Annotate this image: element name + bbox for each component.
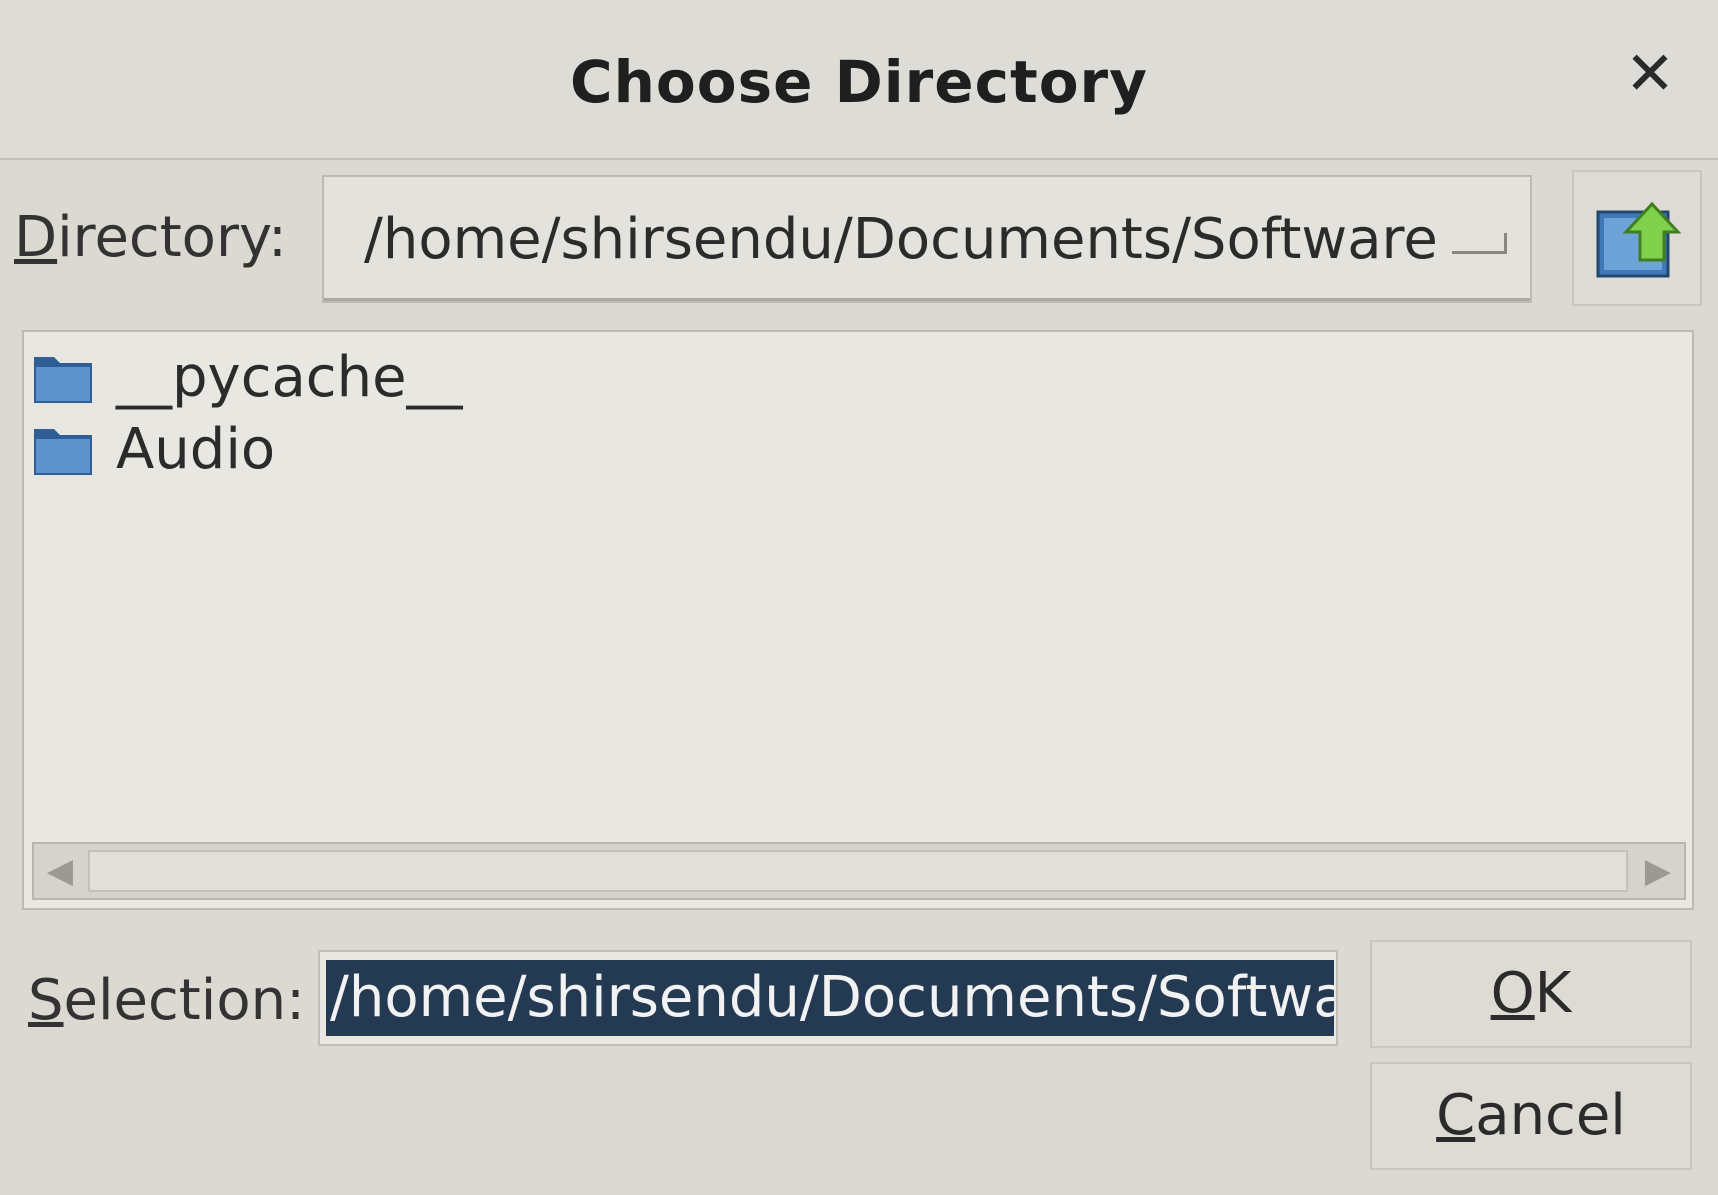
selection-value: /home/shirsendu/Documents/Software [326,960,1334,1036]
cancel-button[interactable]: Cancel [1370,1062,1692,1170]
ok-label: K [1534,961,1572,1026]
horizontal-scrollbar[interactable]: ◀ ▶ [32,842,1686,900]
selection-input[interactable]: /home/shirsendu/Documents/Software [318,950,1338,1046]
up-directory-button[interactable] [1572,170,1702,306]
directory-listbox[interactable]: __pycache__ Audio ◀ ▶ [22,330,1694,910]
ok-mnemonic: O [1490,961,1535,1026]
cancel-label: ancel [1475,1083,1626,1148]
close-icon[interactable]: ✕ [1620,44,1680,104]
directory-value: /home/shirsendu/Documents/Software [364,207,1438,272]
choose-directory-dialog: Choose Directory ✕ Directory: /home/shir… [0,0,1718,1195]
scrollbar-thumb[interactable] [88,850,1628,892]
folder-icon [34,357,92,403]
folder-up-icon [1596,201,1682,278]
cancel-mnemonic: C [1436,1083,1476,1148]
dropdown-indicator-icon[interactable] [1452,233,1507,254]
directory-label-mnemonic: D [14,205,58,270]
dialog-title: Choose Directory [570,48,1148,116]
selection-label-mnemonic: S [28,968,64,1033]
ok-button[interactable]: OK [1370,940,1692,1048]
directory-label-text: irectory: [57,205,287,270]
list-item[interactable]: __pycache__ [32,342,463,412]
selection-label: Selection: [28,968,305,1033]
scroll-left-icon[interactable]: ◀ [40,848,80,894]
list-item-name: __pycache__ [116,344,463,410]
folder-icon [34,429,92,475]
list-item-name: Audio [116,416,276,482]
directory-label: Directory: [14,205,287,270]
directory-combobox[interactable]: /home/shirsendu/Documents/Software [322,175,1532,303]
selection-label-text: election: [63,968,305,1033]
scroll-right-icon[interactable]: ▶ [1638,848,1678,894]
list-item[interactable]: Audio [32,414,275,484]
title-bar: Choose Directory ✕ [0,0,1718,160]
